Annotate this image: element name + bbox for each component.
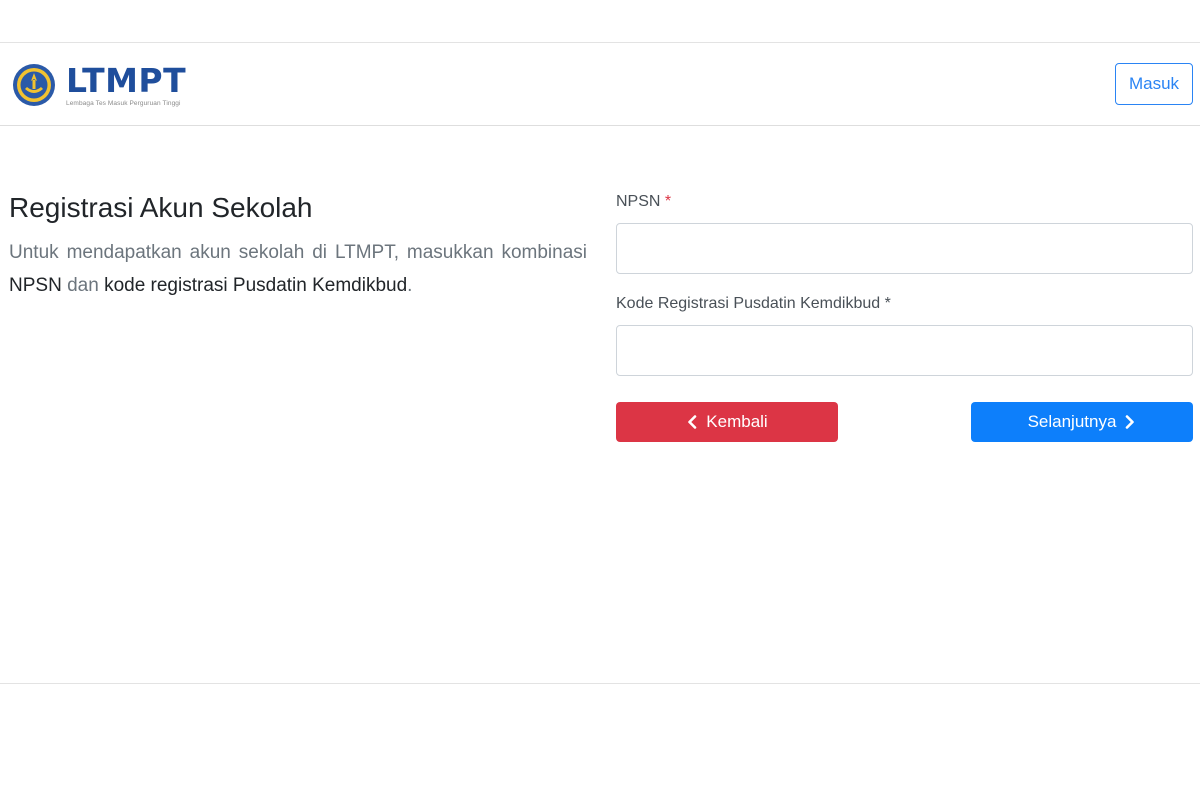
page-title: Registrasi Akun Sekolah [9,192,313,223]
brand-text: LTMPT Lembaga Tes Masuk Perguruan Tinggi [66,60,187,107]
navbar: LTMPT Lembaga Tes Masuk Perguruan Tinggi… [0,44,1200,126]
login-button[interactable]: Masuk [1115,63,1193,105]
kode-required-mark: * [884,295,891,312]
npsn-field-group: NPSN * [616,190,1193,274]
brand-subtitle: Lembaga Tes Masuk Perguruan Tinggi [66,99,181,107]
desc-end: . [407,275,413,296]
brand-logo[interactable]: LTMPT Lembaga Tes Masuk Perguruan Tinggi [12,60,186,110]
browser-top-strip [0,0,1200,43]
desc-text-1: Untuk mendapatkan akun sekolah di LTMPT,… [9,242,587,263]
kode-label: Kode Registrasi Pusdatin Kemdikbud * [616,295,891,312]
registration-form: NPSN * Kode Registrasi Pusdatin Kemdikbu… [616,190,1193,376]
desc-kode: kode registrasi Pusdatin Kemdikbud [104,275,408,296]
back-button[interactable]: Kembali [616,402,838,442]
npsn-label: NPSN * [616,193,671,210]
intro-section: Registrasi Akun Sekolah Untuk mendapatka… [9,190,587,302]
tut-wuri-handayani-emblem-icon [13,64,55,106]
back-button-label: Kembali [706,412,768,431]
kode-registrasi-input[interactable] [616,325,1193,376]
chevron-left-icon [688,415,697,429]
brand-title: LTMPT [66,60,187,100]
kode-field-group: Kode Registrasi Pusdatin Kemdikbud * [616,292,1193,376]
npsn-required-mark: * [664,193,672,210]
form-buttons: Kembali Selanjutnya [616,402,1193,442]
npsn-label-text: NPSN [616,193,661,210]
npsn-input[interactable] [616,223,1193,274]
page-description: Untuk mendapatkan akun sekolah di LTMPT,… [9,236,587,302]
next-button[interactable]: Selanjutnya [971,402,1193,442]
footer-divider [0,683,1200,684]
desc-text-2: dan [61,275,105,296]
next-button-label: Selanjutnya [1027,412,1117,431]
desc-npsn: NPSN [9,275,62,296]
kode-label-text: Kode Registrasi Pusdatin Kemdikbud [616,295,881,312]
chevron-right-icon [1126,415,1135,429]
